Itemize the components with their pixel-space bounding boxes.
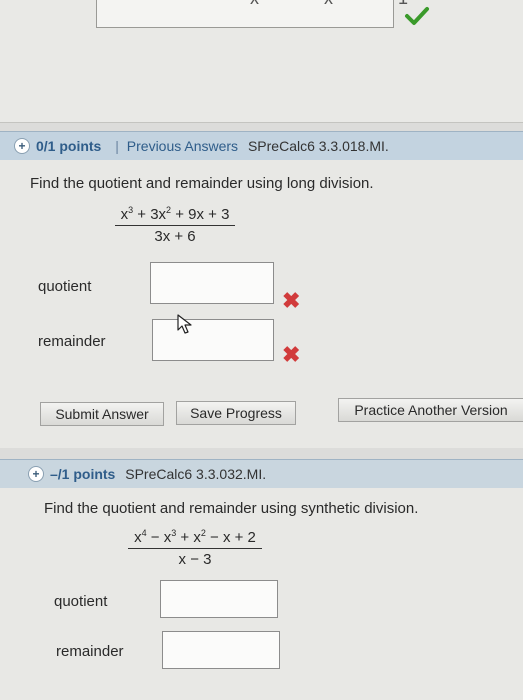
plus-icon[interactable]: + — [28, 466, 44, 482]
cursor-icon — [177, 314, 192, 334]
numerator: x4 − x3 + x2 − x + 2 — [128, 528, 262, 549]
practice-another-version-button[interactable]: Practice Another Version — [338, 398, 523, 422]
remainder-input[interactable] — [162, 631, 280, 669]
quotient-label: quotient — [38, 278, 92, 295]
quotient-label: quotient — [54, 593, 108, 610]
submit-answer-button[interactable]: Submit Answer — [40, 402, 164, 426]
previous-answers-link[interactable]: Previous Answers — [127, 138, 238, 154]
x-mark-icon: ✖ — [282, 288, 301, 313]
question-1-header-text: 0/1 points | Previous Answers SPreCalc6 … — [36, 132, 389, 160]
question-2-header-text: –/1 points SPreCalc6 3.3.032.MI. — [50, 460, 266, 488]
question-1-prompt: Find the quotient and remainder using lo… — [30, 175, 374, 192]
synthetic-division-expression: x4 − x3 + x2 − x + 2 x − 3 — [110, 528, 280, 568]
denominator: 3x + 6 — [154, 228, 196, 245]
x-mark-icon: ✖ — [282, 342, 301, 367]
quotient-input[interactable] — [150, 262, 274, 304]
long-division-expression: x3 + 3x2 + 9x + 3 3x + 6 — [98, 205, 252, 245]
question-2-prompt: Find the quotient and remainder using sy… — [44, 500, 419, 517]
numerator: x3 + 3x2 + 9x + 3 — [114, 205, 236, 226]
question-code: SPreCalc6 3.3.032.MI. — [125, 466, 267, 482]
question-code: SPreCalc6 3.3.018.MI. — [247, 138, 389, 154]
check-icon — [405, 7, 429, 25]
plus-icon[interactable]: + — [14, 138, 30, 154]
remainder-label: remainder — [38, 333, 106, 350]
save-progress-button[interactable]: Save Progress — [176, 401, 296, 425]
separator: | — [115, 138, 119, 154]
denominator: x − 3 — [178, 551, 212, 568]
remainder-label: remainder — [56, 643, 124, 660]
quotient-input[interactable] — [160, 580, 278, 618]
remainder-input[interactable] — [152, 319, 274, 361]
points-label: 0/1 points — [36, 138, 102, 154]
points-label: –/1 points — [50, 466, 116, 482]
